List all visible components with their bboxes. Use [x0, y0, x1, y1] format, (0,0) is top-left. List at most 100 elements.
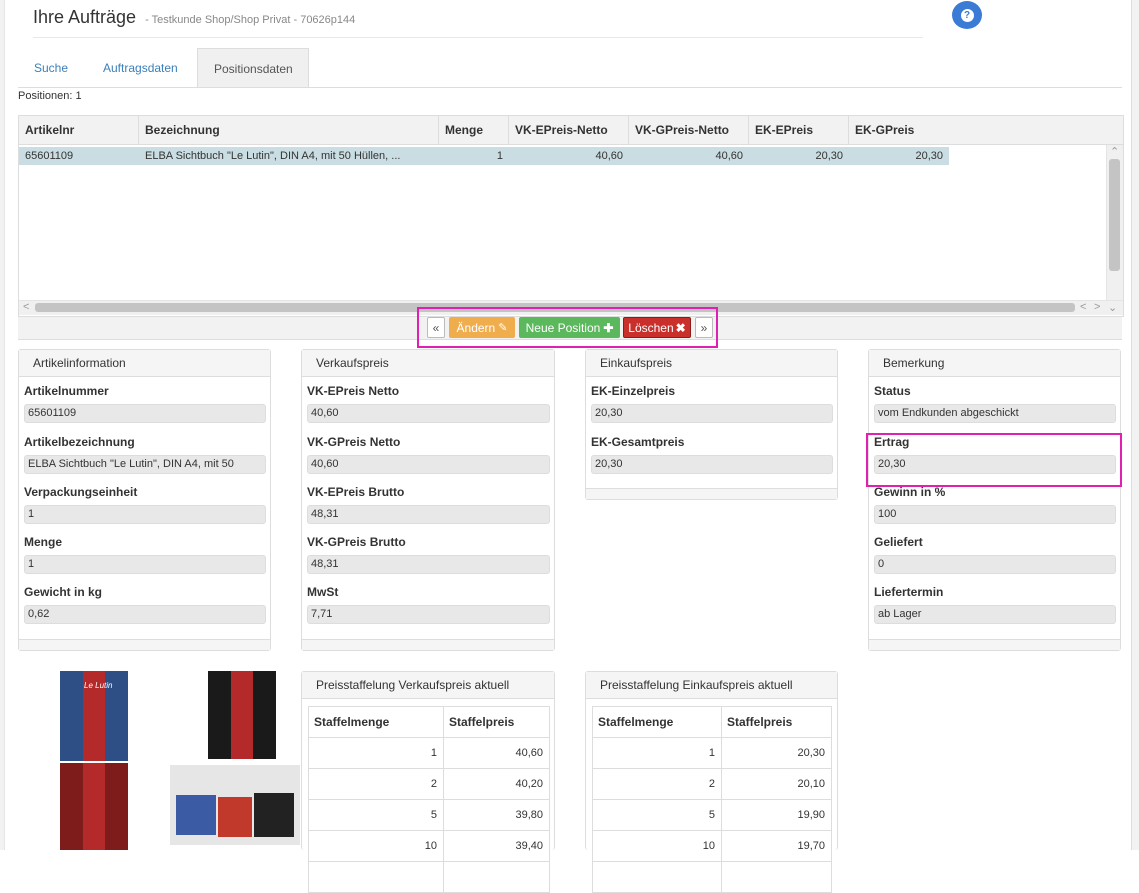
table-row: 10 19,70 [592, 830, 832, 862]
vk-gpreis-brutto-field[interactable]: 48,31 [307, 555, 550, 574]
staffel-preis: 20,30 [721, 737, 832, 769]
staffel-menge [592, 861, 722, 893]
col-staffelpreis: Staffelpreis [443, 706, 550, 738]
tab-suche[interactable]: Suche [18, 48, 84, 87]
panel-title: Preisstaffelung Verkaufspreis aktuell [302, 672, 554, 699]
grid-header: Artikelnr Bezeichnung Menge VK-EPreis-Ne… [19, 116, 1123, 145]
staffel-menge: 5 [308, 799, 444, 831]
geliefert-field[interactable]: 0 [874, 555, 1116, 574]
delete-button[interactable]: Löschen ✖ [623, 317, 691, 338]
gewinn-field[interactable]: 100 [874, 505, 1116, 524]
staffel-preis: 39,40 [443, 830, 550, 862]
panel-title: Verkaufspreis [302, 350, 554, 377]
verpackungseinheit-field[interactable]: 1 [24, 505, 266, 524]
cell-artikelnr: 65601109 [25, 150, 74, 162]
field-label: EK-Einzelpreis [591, 384, 676, 398]
scroll-left-icon[interactable]: < [23, 301, 29, 313]
field-label: VK-EPreis Netto [307, 384, 400, 398]
field-label: Menge [24, 535, 63, 549]
menge-field[interactable]: 1 [24, 555, 266, 574]
highlight-ertrag [866, 433, 1122, 487]
tab-positionsdaten[interactable]: Positionsdaten [197, 48, 309, 88]
grid-vertical-scrollbar[interactable]: ⌃ [1106, 145, 1123, 300]
panel-artikelinformation: Artikelinformation Artikelnummer 6560110… [18, 349, 271, 651]
col-vk-gpreis-netto[interactable]: VK-GPreis-Netto [629, 116, 749, 144]
scroll-left-icon-right[interactable]: < [1080, 301, 1086, 313]
staffel-menge: 2 [592, 768, 722, 800]
vk-epreis-brutto-field[interactable]: 48,31 [307, 505, 550, 524]
col-bezeichnung[interactable]: Bezeichnung [139, 116, 439, 144]
staffel-preis [443, 861, 550, 893]
field-label: Liefertermin [874, 585, 944, 599]
scroll-up-icon[interactable]: ⌃ [1110, 145, 1119, 158]
page-title-text: Ihre Aufträge [33, 7, 137, 27]
field-label: Gewinn in % [874, 485, 946, 499]
table-row: 2 40,20 [308, 768, 550, 800]
col-ek-epreis[interactable]: EK-EPreis [749, 116, 849, 144]
new-position-button[interactable]: Neue Position ✚ [519, 317, 620, 338]
table-row: 2 20,10 [592, 768, 832, 800]
mwst-field[interactable]: 7,71 [307, 605, 550, 624]
staffel-menge [308, 861, 444, 893]
edit-label: Ändern [456, 320, 496, 335]
next-page-button[interactable]: » [695, 317, 713, 338]
staffel-preis: 19,70 [721, 830, 832, 862]
col-staffelpreis: Staffelpreis [721, 706, 832, 738]
logo-text: Le Lutin [84, 681, 113, 690]
gewicht-field[interactable]: 0,62 [24, 605, 266, 624]
edit-button[interactable]: Ändern ✎ [449, 317, 515, 338]
staffel-preis: 39,80 [443, 799, 550, 831]
page-subtitle: - Testkunde Shop/Shop Privat - 70626p144 [145, 14, 356, 26]
panel-footer [19, 639, 270, 650]
staffel-preis [721, 861, 832, 893]
panel-title: Einkaufspreis [586, 350, 837, 377]
ek-gesamtpreis-field[interactable]: 20,30 [591, 455, 833, 474]
vk-gpreis-netto-field[interactable]: 40,60 [307, 455, 550, 474]
panel-title: Artikelinformation [19, 350, 270, 377]
vk-epreis-netto-field[interactable]: 40,60 [307, 404, 550, 423]
col-ek-gpreis[interactable]: EK-GPreis [849, 116, 1123, 144]
status-field[interactable]: vom Endkunden abgeschickt [874, 404, 1116, 423]
tab-auftragsdaten[interactable]: Auftragsdaten [87, 48, 194, 87]
staffel-preis: 19,90 [721, 799, 832, 831]
panel-footer [302, 639, 554, 650]
panel-staffel-ek: Preisstaffelung Einkaufspreis aktuell St… [585, 671, 838, 893]
col-vk-epreis-netto[interactable]: VK-EPreis-Netto [509, 116, 629, 144]
table-row[interactable]: 65601109 ELBA Sichtbuch "Le Lutin", DIN … [19, 147, 949, 165]
field-label: Status [874, 384, 911, 398]
panel-footer [586, 488, 837, 499]
liefertermin-field[interactable]: ab Lager [874, 605, 1116, 624]
product-image [60, 671, 300, 850]
cell-menge: 1 [496, 150, 503, 162]
vertical-scroll-thumb[interactable] [1109, 159, 1120, 271]
scroll-down-icon[interactable]: ⌄ [1108, 301, 1117, 314]
plus-icon: ✚ [603, 320, 614, 335]
panel-bemerkung: Bemerkung Status vom Endkunden abgeschic… [868, 349, 1121, 651]
page-title: Ihre Aufträge - Testkunde Shop/Shop Priv… [33, 7, 355, 28]
prev-page-button[interactable]: « [427, 317, 445, 338]
staffel-menge: 1 [308, 737, 444, 769]
field-label: EK-Gesamtpreis [591, 435, 685, 449]
staffel-preis: 20,10 [721, 768, 832, 800]
table-row: 1 40,60 [308, 737, 550, 769]
field-label: Gewicht in kg [24, 585, 103, 599]
table-row [592, 861, 832, 893]
field-label: Geliefert [874, 535, 923, 549]
left-edge [0, 0, 5, 850]
artikelnummer-field[interactable]: 65601109 [24, 404, 266, 423]
staffel-menge: 5 [592, 799, 722, 831]
staffel-menge: 10 [308, 830, 444, 862]
panel-title: Preisstaffelung Einkaufspreis aktuell [586, 672, 837, 699]
panel-footer [869, 639, 1120, 650]
table-row [308, 861, 550, 893]
help-button[interactable]: ? [952, 1, 982, 29]
ek-einzelpreis-field[interactable]: 20,30 [591, 404, 833, 423]
panel-verkaufspreis: Verkaufspreis VK-EPreis Netto 40,60 VK-G… [301, 349, 555, 651]
page-scrollbar[interactable] [1131, 0, 1139, 850]
question-icon: ? [960, 8, 974, 22]
artikelbezeichnung-field[interactable]: ELBA Sichtbuch "Le Lutin", DIN A4, mit 5… [24, 455, 266, 474]
scroll-right-icon[interactable]: > [1094, 301, 1100, 313]
table-row: 5 39,80 [308, 799, 550, 831]
col-menge[interactable]: Menge [439, 116, 509, 144]
col-artikelnr[interactable]: Artikelnr [19, 116, 139, 144]
